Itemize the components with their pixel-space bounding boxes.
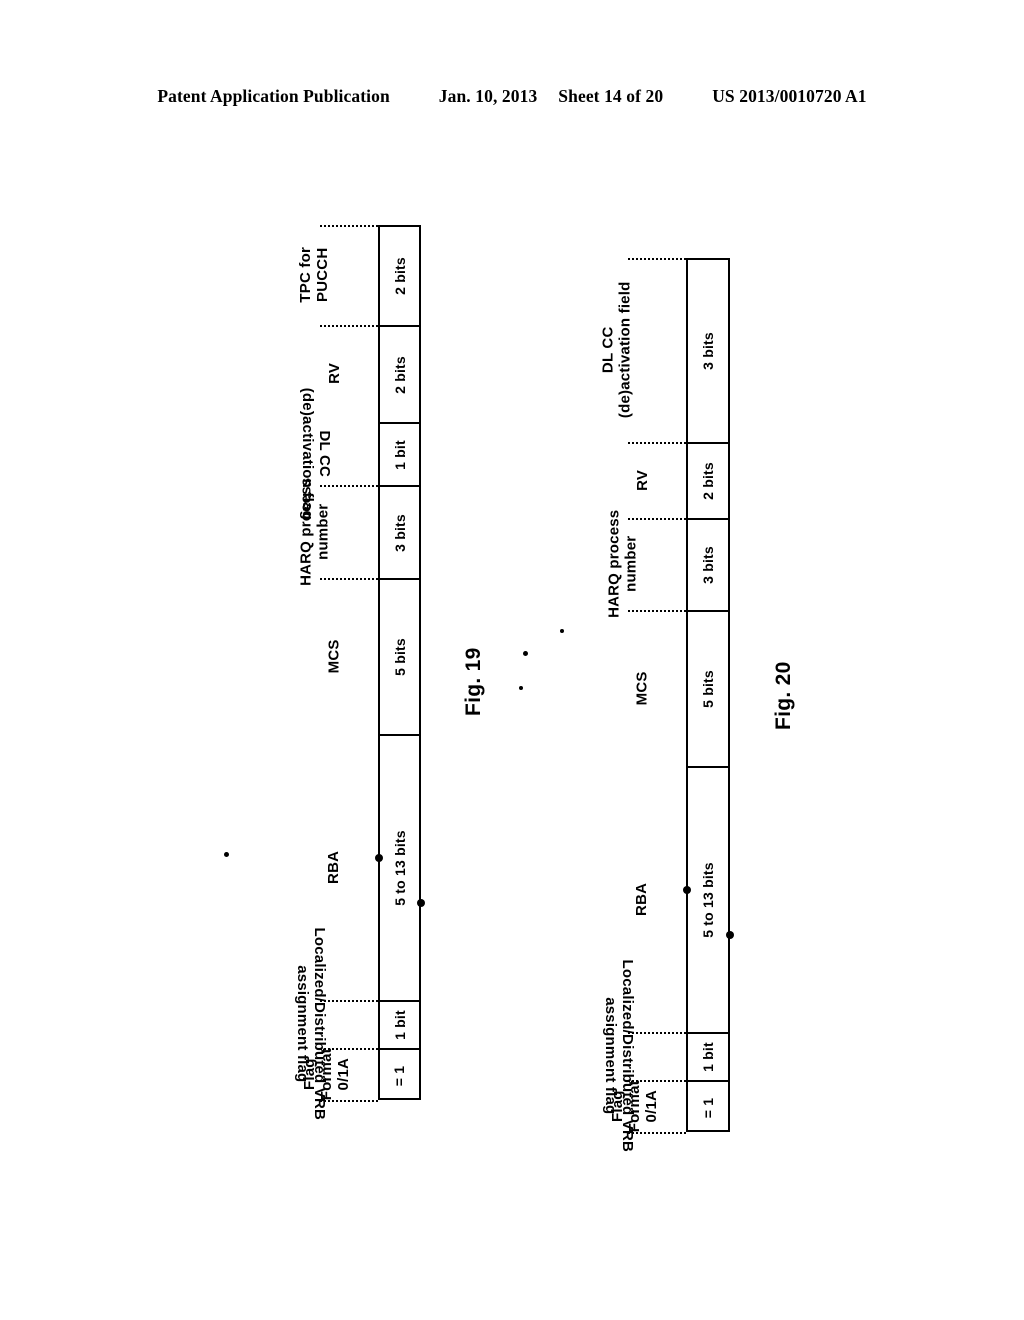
scan-speck xyxy=(519,686,523,690)
header-patent-number: US 2013/0010720 A1 xyxy=(712,86,867,106)
field-cell: 1 bit xyxy=(688,1034,728,1082)
field-label-text: Localized/Distributed VRB assignment flag xyxy=(294,927,328,1121)
dci-field-bar: 2 bits 2 bits 1 bit 3 bits 5 bits 5 to 13 bit… xyxy=(378,225,421,1100)
leader-line xyxy=(320,325,378,327)
field-cell: 2 bits xyxy=(688,444,728,520)
field-size-text: 1 bit xyxy=(700,1042,716,1072)
figure-caption: Fig. 19 xyxy=(462,647,485,716)
figure-caption: Fig. 20 xyxy=(772,661,795,730)
field-cell: 3 bits xyxy=(380,487,419,580)
leader-line xyxy=(628,1032,686,1034)
field-label: Localized/Distributed VRB assignment flag xyxy=(558,960,678,1153)
rba-range-tick xyxy=(375,853,383,862)
leader-line xyxy=(320,485,378,487)
field-label-text: MCS xyxy=(633,671,651,705)
field-size-text: 5 to 13 bits xyxy=(391,830,408,906)
leader-line xyxy=(628,1080,686,1082)
scan-speck xyxy=(224,852,229,857)
field-size-text: 2 bits xyxy=(391,257,408,295)
field-label: Flag Format 0/1A xyxy=(284,1048,370,1100)
field-label-text: DL CC (de)activation field xyxy=(599,281,633,419)
field-label-text: Flag Format 0/1A xyxy=(608,1079,660,1133)
leader-line xyxy=(628,1132,686,1134)
field-label-text: Localized/Distributed VRB assignment flag xyxy=(602,959,636,1153)
field-cell: = 1 xyxy=(380,1050,419,1102)
field-label-text: HARQ process number xyxy=(297,477,331,586)
field-label: RV xyxy=(300,325,370,422)
field-label: DL CC (de)activation field xyxy=(556,258,678,442)
field-size-text: 2 bits xyxy=(391,355,408,394)
header-publication: Patent Application Publication xyxy=(157,86,390,106)
field-cell: 1 bit xyxy=(380,424,419,487)
field-size-text: = 1 xyxy=(391,1065,408,1087)
field-label: RV xyxy=(608,442,678,518)
field-label: RBA xyxy=(608,766,678,1032)
field-label: TPC for PUCCH xyxy=(260,225,370,325)
field-label-text: DL CC (de)activation flag xyxy=(299,387,333,520)
field-cell: 5 to 13 bits xyxy=(688,768,728,1034)
field-cell: = 1 xyxy=(688,1082,728,1134)
field-label-text: MCS xyxy=(325,639,343,673)
field-size-text: 2 bits xyxy=(699,462,716,500)
field-size-text: 1 bit xyxy=(391,1010,408,1040)
field-label-text: HARQ process number xyxy=(605,509,639,619)
leader-line xyxy=(628,442,686,444)
rba-range-tick xyxy=(417,898,425,907)
field-label: RBA xyxy=(300,734,370,1000)
field-label-text: Flag Format 0/1A xyxy=(300,1047,352,1101)
leader-line xyxy=(320,1100,378,1102)
scan-speck xyxy=(560,629,564,633)
field-label-text: RV xyxy=(325,363,343,384)
field-size-text: = 1 xyxy=(699,1097,716,1119)
field-cell: 3 bits xyxy=(688,260,728,444)
field-cell: 1 bit xyxy=(380,1002,419,1050)
field-label: DL CC (de)activation flag xyxy=(260,387,370,519)
field-size-text: 3 bits xyxy=(699,332,716,370)
field-size-text: 5 bits xyxy=(699,670,716,708)
leader-line xyxy=(320,1000,378,1002)
header-sheet: Sheet 14 of 20 xyxy=(558,86,664,106)
field-label: Flag Format 0/1A xyxy=(592,1080,678,1132)
leader-line xyxy=(628,610,686,612)
field-cell: 2 bits xyxy=(380,227,419,327)
field-label-text: RV xyxy=(633,469,651,491)
rba-range-tick xyxy=(683,885,691,894)
leader-line xyxy=(320,578,378,580)
field-cell: 5 bits xyxy=(688,612,728,768)
field-size-text: 3 bits xyxy=(699,546,716,584)
field-label-text: RBA xyxy=(325,850,343,884)
field-cell: 3 bits xyxy=(688,520,728,612)
field-cell: 5 bits xyxy=(380,580,419,736)
field-label: MCS xyxy=(608,610,678,766)
field-label: HARQ process number xyxy=(260,477,370,585)
leader-line xyxy=(628,518,686,520)
field-cell: 2 bits xyxy=(380,327,419,424)
page-header: Patent Application Publication Jan. 10, … xyxy=(0,86,1024,107)
field-label-text: RBA xyxy=(633,882,651,916)
field-label-text: TPC for PUCCH xyxy=(297,247,331,303)
field-label: MCS xyxy=(300,578,370,734)
field-label: Localized/Distributed VRB assignment flag xyxy=(250,928,370,1121)
header-date: Jan. 10, 2013 xyxy=(438,86,538,106)
field-label: HARQ process number xyxy=(568,510,678,618)
field-cell: 5 to 13 bits xyxy=(380,736,419,1002)
field-size-text: 1 bit xyxy=(391,439,408,470)
leader-line xyxy=(628,258,686,260)
leader-line xyxy=(320,1048,378,1050)
field-size-text: 5 bits xyxy=(391,638,408,676)
dci-field-bar: 3 bits 2 bits 3 bits 5 bits 5 to 13 bits 1 bi… xyxy=(686,258,730,1132)
leader-line xyxy=(320,225,378,227)
field-size-text: 3 bits xyxy=(391,513,408,552)
rba-range-tick xyxy=(726,930,734,939)
field-size-text: 5 to 13 bits xyxy=(700,862,716,938)
scan-speck xyxy=(523,651,528,656)
